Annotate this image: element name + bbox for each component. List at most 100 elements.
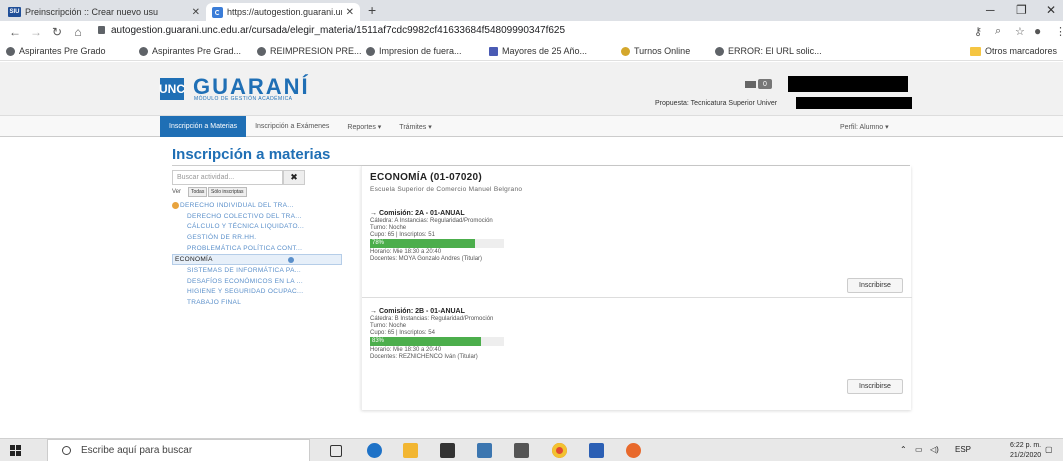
list-item[interactable]: DERECHO INDIVIDUAL DEL TRA... — [172, 200, 342, 211]
clock[interactable]: 6:22 p. m. 21/2/2020 — [1010, 441, 1041, 461]
close-icon[interactable]: ✕ — [346, 7, 354, 18]
perfil-dropdown[interactable]: Perfil: Alumno ▾ — [840, 123, 889, 131]
nav-inscripcion-materias[interactable]: Inscripción a Materias — [160, 116, 247, 137]
list-item[interactable]: DERECHO COLECTIVO DEL TRA... — [172, 211, 342, 222]
comision-cupo: Cupo: 65 | Inscriptos: 51 — [370, 232, 435, 238]
forward-icon[interactable]: → — [30, 25, 42, 39]
inscribirse-button[interactable]: Inscribirse — [847, 278, 903, 293]
form-icon — [489, 46, 498, 56]
word-icon[interactable] — [589, 443, 604, 458]
windows-taskbar: Escribe aquí para buscar ⌃ ▭ ◁) ESP 6:22… — [0, 438, 1063, 461]
star-icon[interactable]: ☆ — [1015, 25, 1025, 38]
volume-icon[interactable]: ◁) — [930, 445, 939, 454]
url-field[interactable]: autogestion.guarani.unc.edu.ar/cursada/e… — [98, 25, 565, 36]
bookmarks-bar: Aspirantes Pre Grado Aspirantes Pre Grad… — [0, 43, 1063, 61]
comision-cupo: Cupo: 65 | Inscriptos: 54 — [370, 330, 435, 336]
taskbar-search-input[interactable]: Escribe aquí para buscar — [47, 439, 310, 461]
globe-icon — [366, 46, 375, 56]
mail-count-badge[interactable]: 0 — [758, 79, 772, 89]
nav-reportes[interactable]: Reportes ▾ — [338, 116, 390, 137]
search-input[interactable]: Buscar actividad... — [172, 170, 283, 185]
tab-autogestion[interactable]: https://autogestion.guarani.unc ✕ — [206, 3, 360, 21]
tab-title: Preinscripción :: Crear nuevo usu — [25, 7, 159, 17]
comision-block: → Comisión: 2A - 01-ANUAL Cátedra: A Ins… — [370, 210, 905, 262]
profile-icon[interactable]: ● — [1034, 24, 1041, 38]
propuesta-label: Propuesta: Tecnicatura Superior Univer — [655, 100, 778, 107]
close-window-icon[interactable]: ✕ — [1046, 3, 1056, 17]
file-explorer-icon[interactable] — [403, 443, 418, 458]
comision-horario: Horario: Mie 18:30 a 20:40 — [370, 249, 442, 255]
comision-catedra: Cátedra: A Instancias: Regularidad/Promo… — [370, 218, 493, 224]
home-icon[interactable]: ⌂ — [72, 25, 84, 39]
bookmark-item[interactable]: REIMPRESION PRE... — [257, 46, 362, 56]
bookmark-item[interactable]: Aspirantes Pre Grado — [6, 46, 106, 56]
cupo-progress-fill: 78% — [370, 239, 475, 248]
pencil-icon — [172, 201, 179, 209]
address-bar: ← → ↻ ⌂ autogestion.guarani.unc.edu.ar/c… — [0, 21, 1063, 43]
nav-tramites[interactable]: Trámites ▾ — [390, 116, 440, 137]
info-icon — [288, 256, 294, 263]
network-icon[interactable]: ▭ — [915, 445, 923, 454]
comision-docentes: Docentes: REZNICHENCO Iván (Titular) — [370, 354, 478, 360]
comision-title: → Comisión: 2B - 01-ANUAL — [370, 308, 465, 315]
list-item[interactable]: DESAFÍOS ECONÓMICOS EN LA ... — [172, 276, 342, 287]
bookmark-item[interactable]: Aspirantes Pre Grad... — [139, 46, 241, 56]
solitaire-icon[interactable] — [514, 443, 529, 458]
firefox-icon[interactable] — [626, 443, 641, 458]
task-view-icon[interactable] — [330, 445, 342, 457]
list-item[interactable]: CÁLCULO Y TÉCNICA LIQUIDATO... — [172, 222, 342, 233]
cupo-progress-fill: 83% — [370, 337, 482, 346]
list-item[interactable]: GESTIÓN DE RR.HH. — [172, 232, 342, 243]
inscribirse-button[interactable]: Inscribirse — [847, 379, 903, 394]
calculator-icon[interactable] — [477, 443, 492, 458]
edge-icon[interactable] — [367, 443, 382, 458]
tab-preinscripcion[interactable]: SIU Preinscripción :: Crear nuevo usu ✕ — [2, 3, 206, 21]
lock-icon — [98, 26, 105, 34]
bookmark-item[interactable]: ERROR: El URL solic... — [715, 46, 822, 56]
materia-detail-panel: ECONOMÍA (01-07020) Escuela Superior de … — [361, 166, 912, 410]
key-icon[interactable]: ⚷ — [974, 25, 982, 38]
bookmark-item[interactable]: Impresion de fuera... — [366, 46, 462, 56]
filter-inscriptas-button[interactable]: Sólo inscriptas — [208, 187, 247, 197]
redacted-username — [788, 76, 908, 92]
globe-icon — [257, 46, 266, 56]
menu-icon[interactable]: ⋮ — [1055, 25, 1063, 38]
windows-start-icon[interactable] — [10, 445, 21, 456]
chrome-icon[interactable] — [552, 443, 567, 458]
list-item[interactable]: SISTEMAS DE INFORMÁTICA PA... — [172, 265, 342, 276]
clock-time: 6:22 p. m. — [1010, 442, 1042, 449]
other-bookmarks[interactable]: Otros marcadores — [970, 46, 1057, 56]
tray-expand-icon[interactable]: ⌃ — [900, 445, 907, 454]
mail-icon[interactable] — [745, 81, 756, 88]
reload-icon[interactable]: ↻ — [51, 25, 63, 39]
bookmark-item[interactable]: Mayores de 25 Año... — [489, 46, 587, 56]
seal-icon — [621, 46, 630, 56]
language-indicator[interactable]: ESP — [955, 445, 971, 454]
list-item[interactable]: PROBLEMÁTICA POLÍTICA CONT... — [172, 243, 342, 254]
list-item-selected[interactable]: ECONOMÍA — [172, 253, 342, 265]
minimize-icon[interactable]: ─ — [986, 3, 995, 17]
list-item[interactable]: TRABAJO FINAL — [172, 297, 342, 308]
nav-inscripcion-examenes[interactable]: Inscripción a Exámenes — [246, 116, 338, 137]
divider — [362, 297, 912, 298]
notifications-icon[interactable]: ▢ — [1045, 445, 1053, 454]
ver-label: Ver — [172, 189, 182, 195]
zoom-icon[interactable]: ⌕ — [995, 25, 1001, 38]
list-item[interactable]: HIGIENE Y SEGURIDAD OCUPAC... — [172, 287, 342, 298]
new-tab-button[interactable]: + — [368, 2, 376, 18]
siu-favicon-icon: SIU — [8, 7, 21, 17]
comision-title: → Comisión: 2A - 01-ANUAL — [370, 210, 465, 217]
store-icon[interactable] — [440, 443, 455, 458]
materia-title: ECONOMÍA (01-07020) — [370, 172, 483, 183]
main-nav: Inscripción a Materias Inscripción a Exá… — [0, 116, 1063, 137]
redacted-propuesta — [796, 97, 912, 109]
unc-logo[interactable]: UNC — [159, 78, 185, 100]
page-title: Inscripción a materias — [172, 146, 331, 163]
materia-school: Escuela Superior de Comercio Manuel Belg… — [370, 186, 523, 193]
bookmark-item[interactable]: Turnos Online — [621, 46, 690, 56]
close-icon[interactable]: ✕ — [192, 7, 200, 18]
filter-todas-button[interactable]: Todas — [188, 187, 208, 197]
clear-search-button[interactable]: ✖ — [283, 170, 305, 185]
restore-icon[interactable]: ❐ — [1016, 3, 1027, 17]
back-icon[interactable]: ← — [9, 25, 21, 39]
